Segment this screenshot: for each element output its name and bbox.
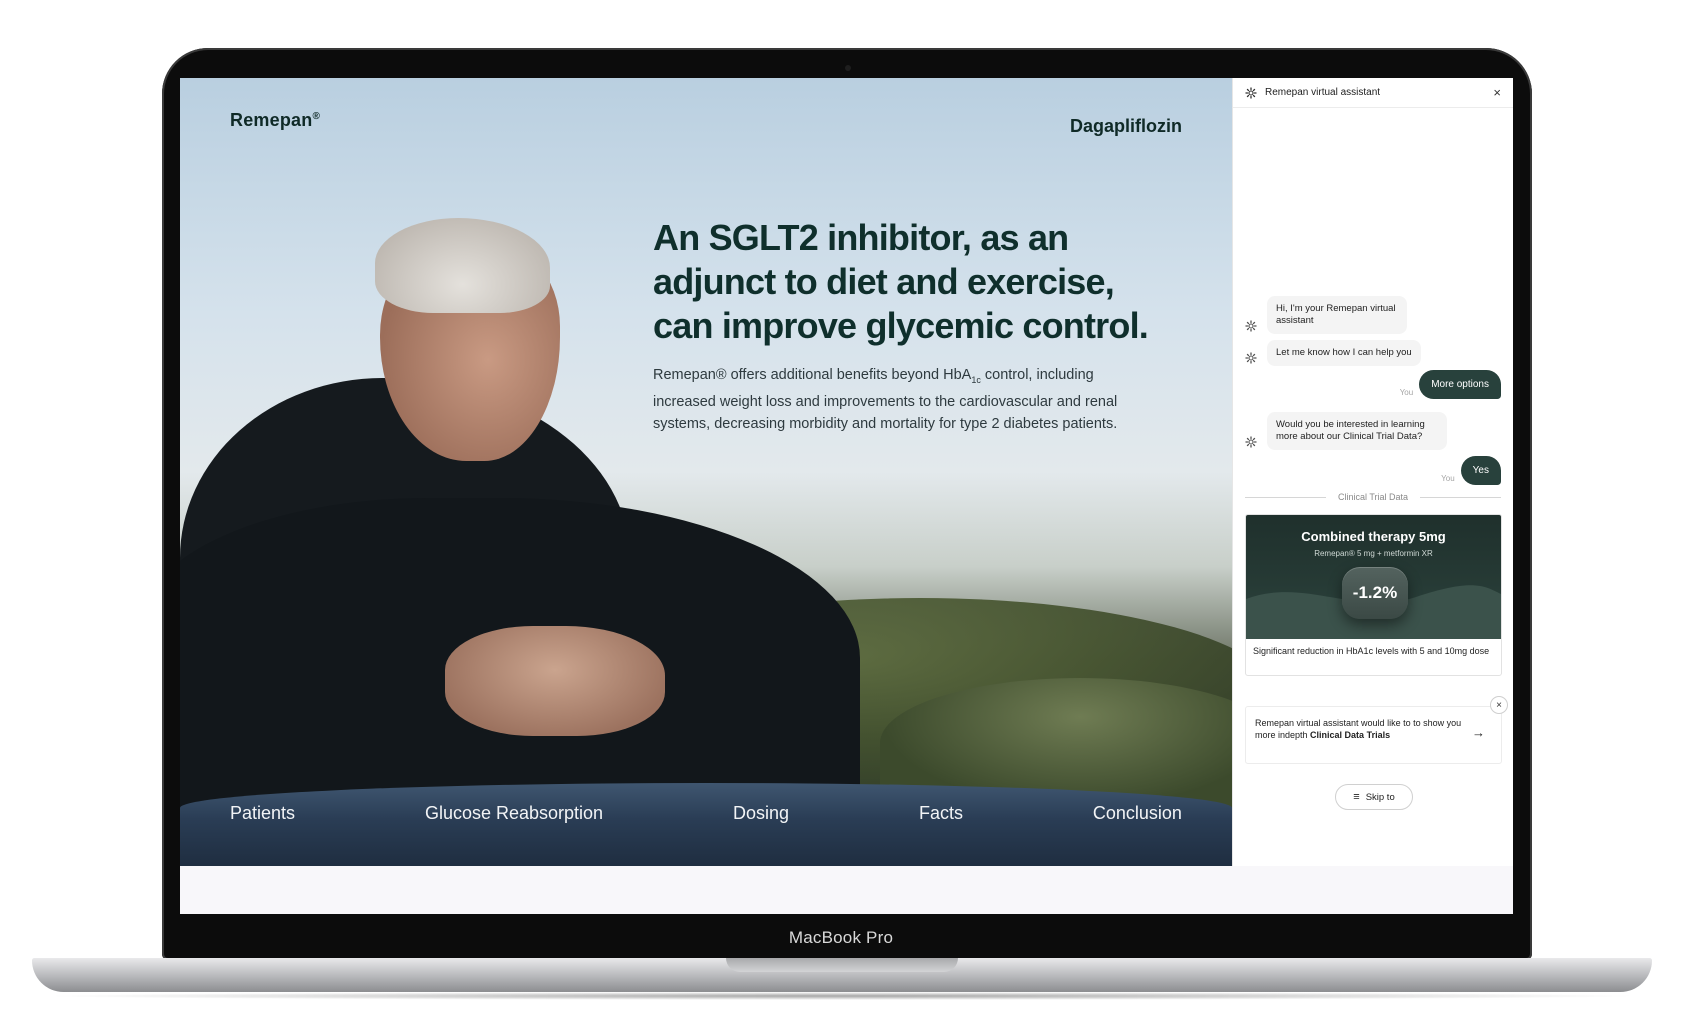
- divider-line: [1420, 496, 1501, 498]
- card-caption: Significant reduction in HbA1c levels wi…: [1253, 646, 1490, 656]
- brand-logo[interactable]: Remepan®: [230, 110, 320, 131]
- promo-bold: Clinical Data Trials: [1310, 730, 1391, 740]
- product-name: Dagapliflozin: [1070, 116, 1182, 136]
- bot-bubble: Hi, I'm your Remepan virtual assistant: [1267, 296, 1407, 334]
- chat-title: Remepan virtual assistant: [1265, 87, 1381, 98]
- bot-avatar-icon: [1245, 352, 1257, 364]
- card-title: Combined therapy 5mg: [1301, 529, 1446, 544]
- brand-mark: ®: [312, 111, 321, 122]
- hero-body-part1: Remepan® offers additional benefits beyo…: [653, 367, 972, 383]
- section-nav: Patients Glucose Reabsorption Dosing Fac…: [230, 803, 1182, 824]
- nav-item-dosing[interactable]: Dosing: [733, 803, 789, 824]
- hero-image-person-hair: [375, 218, 550, 313]
- card-value-badge: -1.2%: [1342, 567, 1408, 619]
- nav-item-patients[interactable]: Patients: [230, 803, 295, 824]
- brand-name: Remepan: [230, 110, 313, 130]
- laptop-notch: [726, 958, 958, 972]
- bot-avatar-icon: [1245, 436, 1257, 448]
- hero-body-sub: 1c: [971, 374, 981, 385]
- hero-image-person-hands: [445, 626, 665, 736]
- hero-image-railing: [180, 783, 1232, 866]
- divider-label: Clinical Trial Data: [1337, 492, 1409, 502]
- you-label: You: [1441, 474, 1455, 483]
- chat-message-user: You Yes: [1441, 456, 1501, 485]
- hero-section: Remepan® Dagapliflozin An SGLT2 inhibito…: [180, 78, 1232, 866]
- hero-heading: An SGLT2 inhibitor, as an adjunct to die…: [653, 217, 1149, 346]
- bot-avatar-icon: [1245, 320, 1257, 332]
- laptop-shadow: [40, 992, 1644, 1000]
- skip-to-label: Skip to: [1365, 791, 1395, 803]
- nav-item-facts[interactable]: Facts: [919, 803, 963, 824]
- promo-close-icon[interactable]: ×: [1490, 696, 1508, 714]
- device-label: MacBook Pro: [788, 928, 894, 947]
- chat-message-bot: Let me know how I can help you: [1245, 340, 1421, 366]
- assistant-gear-icon: [1245, 86, 1257, 99]
- screen: Remepan® Dagapliflozin An SGLT2 inhibito…: [180, 78, 1513, 914]
- chat-header: Remepan virtual assistant ×: [1233, 78, 1513, 108]
- chat-panel: Remepan virtual assistant × Hi, I'm your…: [1232, 78, 1513, 866]
- nav-item-glucose-reabsorption[interactable]: Glucose Reabsorption: [425, 803, 603, 824]
- promo-message[interactable]: Remepan virtual assistant would like to …: [1245, 706, 1502, 764]
- card-visual: Combined therapy 5mg Remepan® 5 mg + met…: [1246, 515, 1501, 639]
- bot-bubble: Would you be interested in learning more…: [1267, 412, 1447, 450]
- menu-icon: ≡: [1353, 791, 1360, 803]
- chat-divider: Clinical Trial Data: [1245, 492, 1501, 502]
- card-subtitle: Remepan® 5 mg + metformin XR: [1314, 549, 1433, 558]
- more-options-button[interactable]: More options: [1419, 370, 1501, 399]
- close-icon[interactable]: ×: [1493, 86, 1501, 99]
- skip-to-button[interactable]: ≡ Skip to: [1335, 784, 1413, 810]
- page-footer-strip: [180, 866, 1513, 914]
- chat-message-user: You More options: [1400, 370, 1501, 399]
- nav-item-conclusion[interactable]: Conclusion: [1093, 803, 1182, 824]
- chat-message-bot: Would you be interested in learning more…: [1245, 412, 1447, 450]
- arrow-right-icon[interactable]: →: [1472, 726, 1485, 739]
- camera: [845, 65, 851, 71]
- bot-bubble: Let me know how I can help you: [1267, 340, 1421, 366]
- chat-message-bot: Hi, I'm your Remepan virtual assistant: [1245, 296, 1407, 334]
- divider-line: [1245, 496, 1326, 498]
- yes-button[interactable]: Yes: [1460, 456, 1501, 485]
- hero-body: Remepan® offers additional benefits beyo…: [653, 364, 1153, 435]
- you-label: You: [1399, 388, 1414, 397]
- clinical-trial-card[interactable]: Combined therapy 5mg Remepan® 5 mg + met…: [1245, 514, 1502, 676]
